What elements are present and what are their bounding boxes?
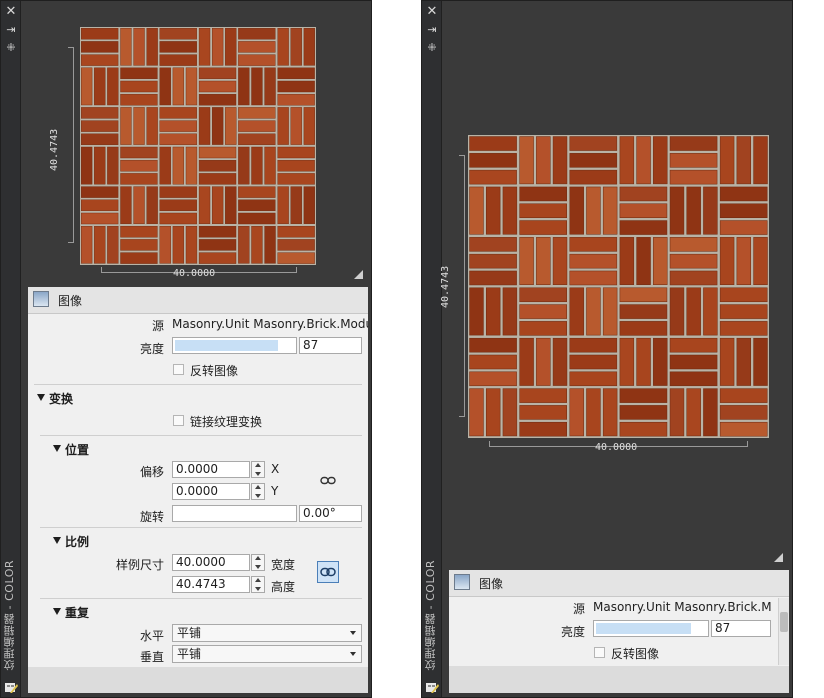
properties-panel: 图像 源 Masonry.Unit Masonry.Brick.Modular … xyxy=(28,287,368,693)
sample-size-label: 样例尺寸 xyxy=(115,558,164,572)
herringbone-brick-pattern xyxy=(41,1,355,304)
brick-texture-swatch[interactable] xyxy=(41,1,355,304)
palette-title: 纹理编辑器 - COLOR xyxy=(424,560,437,671)
texture-preview-area: 40.4743 40.0000 xyxy=(21,1,371,304)
palette-titlebar: ✕ ⇥ ⁜ 纹理编辑器 - COLOR xyxy=(422,1,442,697)
scale-group-title[interactable]: 比例 xyxy=(65,533,89,550)
offset-x-field[interactable]: 0.0000 xyxy=(172,461,250,478)
texture-preview-area: 40.4743 40.0000 xyxy=(422,1,792,567)
vertical-repeat-dropdown[interactable]: 平铺 xyxy=(172,645,362,663)
height-dimension-label: 40.4743 xyxy=(440,265,451,308)
offset-x-spinner[interactable] xyxy=(251,461,265,478)
chain-link-icon xyxy=(320,567,336,577)
source-label: 源 xyxy=(572,602,585,616)
image-section-header[interactable]: 图像 xyxy=(449,570,789,597)
brightness-label: 亮度 xyxy=(560,625,585,639)
image-section-header[interactable]: 图像 xyxy=(28,287,368,314)
brightness-slider-fill xyxy=(175,340,278,351)
horizontal-repeat-dropdown[interactable]: 平铺 xyxy=(172,624,362,642)
link-texture-transforms-checkbox[interactable] xyxy=(173,415,184,426)
invert-image-label: 反转图像 xyxy=(190,364,239,378)
auto-hide-icon[interactable]: ⇥ xyxy=(4,23,18,37)
panel-footer xyxy=(449,666,789,693)
height-dimension-label: 40.4743 xyxy=(49,128,60,171)
offset-y-field[interactable]: 0.0000 xyxy=(172,483,250,500)
brightness-slider[interactable] xyxy=(593,620,709,637)
texture-editor-logo-icon xyxy=(5,683,18,693)
image-icon xyxy=(33,291,49,307)
sample-width-field[interactable]: 40.0000 xyxy=(172,554,250,571)
sample-height-spinner[interactable] xyxy=(251,576,265,593)
image-section-title: 图像 xyxy=(58,294,83,308)
transform-group-title[interactable]: 变换 xyxy=(49,390,73,407)
properties-icon[interactable]: ⁜ xyxy=(4,41,18,55)
width-dimension-label: 40.0000 xyxy=(595,442,638,453)
palette-title: 纹理编辑器 - COLOR xyxy=(3,560,16,671)
height-dimension-line xyxy=(68,47,74,243)
position-collapse-triangle[interactable] xyxy=(53,445,61,452)
brightness-slider-fill xyxy=(596,623,692,634)
auto-hide-icon[interactable]: ⇥ xyxy=(425,23,439,37)
rotation-field[interactable]: 0.00° xyxy=(299,505,362,522)
scrollbar-thumb[interactable] xyxy=(780,612,788,632)
rotation-slider[interactable] xyxy=(172,505,297,522)
properties-panel: 图像 源 Masonry.Unit Masonry.Brick.M 亮度 87 … xyxy=(449,570,789,693)
invert-image-checkbox[interactable] xyxy=(173,364,184,375)
source-value[interactable]: Masonry.Unit Masonry.Brick.M xyxy=(593,600,775,614)
invert-image-checkbox[interactable] xyxy=(594,647,605,658)
chain-link-icon[interactable] xyxy=(320,476,336,485)
repeat-group-title[interactable]: 重复 xyxy=(65,604,89,621)
vertical-label: 垂直 xyxy=(139,650,164,664)
transform-collapse-triangle[interactable] xyxy=(37,394,45,401)
rotation-label: 旋转 xyxy=(139,510,164,524)
section-divider xyxy=(40,527,362,528)
close-icon[interactable]: ✕ xyxy=(4,5,18,19)
herringbone-brick-pattern xyxy=(422,85,792,487)
width-dimension-label: 40.0000 xyxy=(173,268,216,279)
image-section-title: 图像 xyxy=(479,577,504,591)
offset-y-spinner[interactable] xyxy=(251,483,265,500)
brightness-field[interactable]: 87 xyxy=(711,620,771,637)
texture-editor-logo-icon xyxy=(426,683,439,693)
brightness-slider[interactable] xyxy=(172,337,297,354)
brick-texture-swatch[interactable] xyxy=(422,85,792,487)
link-texture-transforms-label: 链接纹理变换 xyxy=(190,415,263,429)
panel-footer xyxy=(28,667,368,693)
repeat-collapse-triangle[interactable] xyxy=(53,608,61,615)
preview-resize-grip[interactable] xyxy=(774,553,783,562)
source-label: 源 xyxy=(151,319,164,333)
sample-width-spinner[interactable] xyxy=(251,554,265,571)
section-divider xyxy=(40,435,362,436)
sample-width-label: 宽度 xyxy=(271,558,296,572)
offset-y-axis-label: Y xyxy=(271,484,279,498)
height-dimension-line xyxy=(459,155,465,417)
texture-editor-palette-right: ✕ ⇥ ⁜ 纹理编辑器 - COLOR 40.4743 40.0000 图像 源… xyxy=(421,0,793,698)
section-divider xyxy=(40,598,362,599)
properties-scrollbar[interactable] xyxy=(778,598,789,665)
horizontal-label: 水平 xyxy=(139,629,164,643)
sample-height-field[interactable]: 40.4743 xyxy=(172,576,250,593)
offset-label: 偏移 xyxy=(139,465,164,479)
source-value[interactable]: Masonry.Unit Masonry.Brick.Modular xyxy=(172,317,368,331)
invert-image-label: 反转图像 xyxy=(611,647,660,661)
close-icon[interactable]: ✕ xyxy=(425,5,439,19)
section-divider xyxy=(34,384,362,385)
lock-aspect-button[interactable] xyxy=(317,561,339,583)
brightness-field[interactable]: 87 xyxy=(299,337,362,354)
scale-collapse-triangle[interactable] xyxy=(53,537,61,544)
preview-resize-grip[interactable] xyxy=(354,270,363,279)
palette-titlebar: ✕ ⇥ ⁜ 纹理编辑器 - COLOR xyxy=(1,1,21,697)
texture-editor-palette-left: ✕ ⇥ ⁜ 纹理编辑器 - COLOR 40.4743 40.0000 图像 源… xyxy=(0,0,372,698)
offset-x-axis-label: X xyxy=(271,462,280,476)
properties-icon[interactable]: ⁜ xyxy=(425,41,439,55)
image-icon xyxy=(454,574,470,590)
sample-height-label: 高度 xyxy=(271,580,296,594)
brightness-label: 亮度 xyxy=(139,342,164,356)
position-group-title[interactable]: 位置 xyxy=(65,441,89,458)
